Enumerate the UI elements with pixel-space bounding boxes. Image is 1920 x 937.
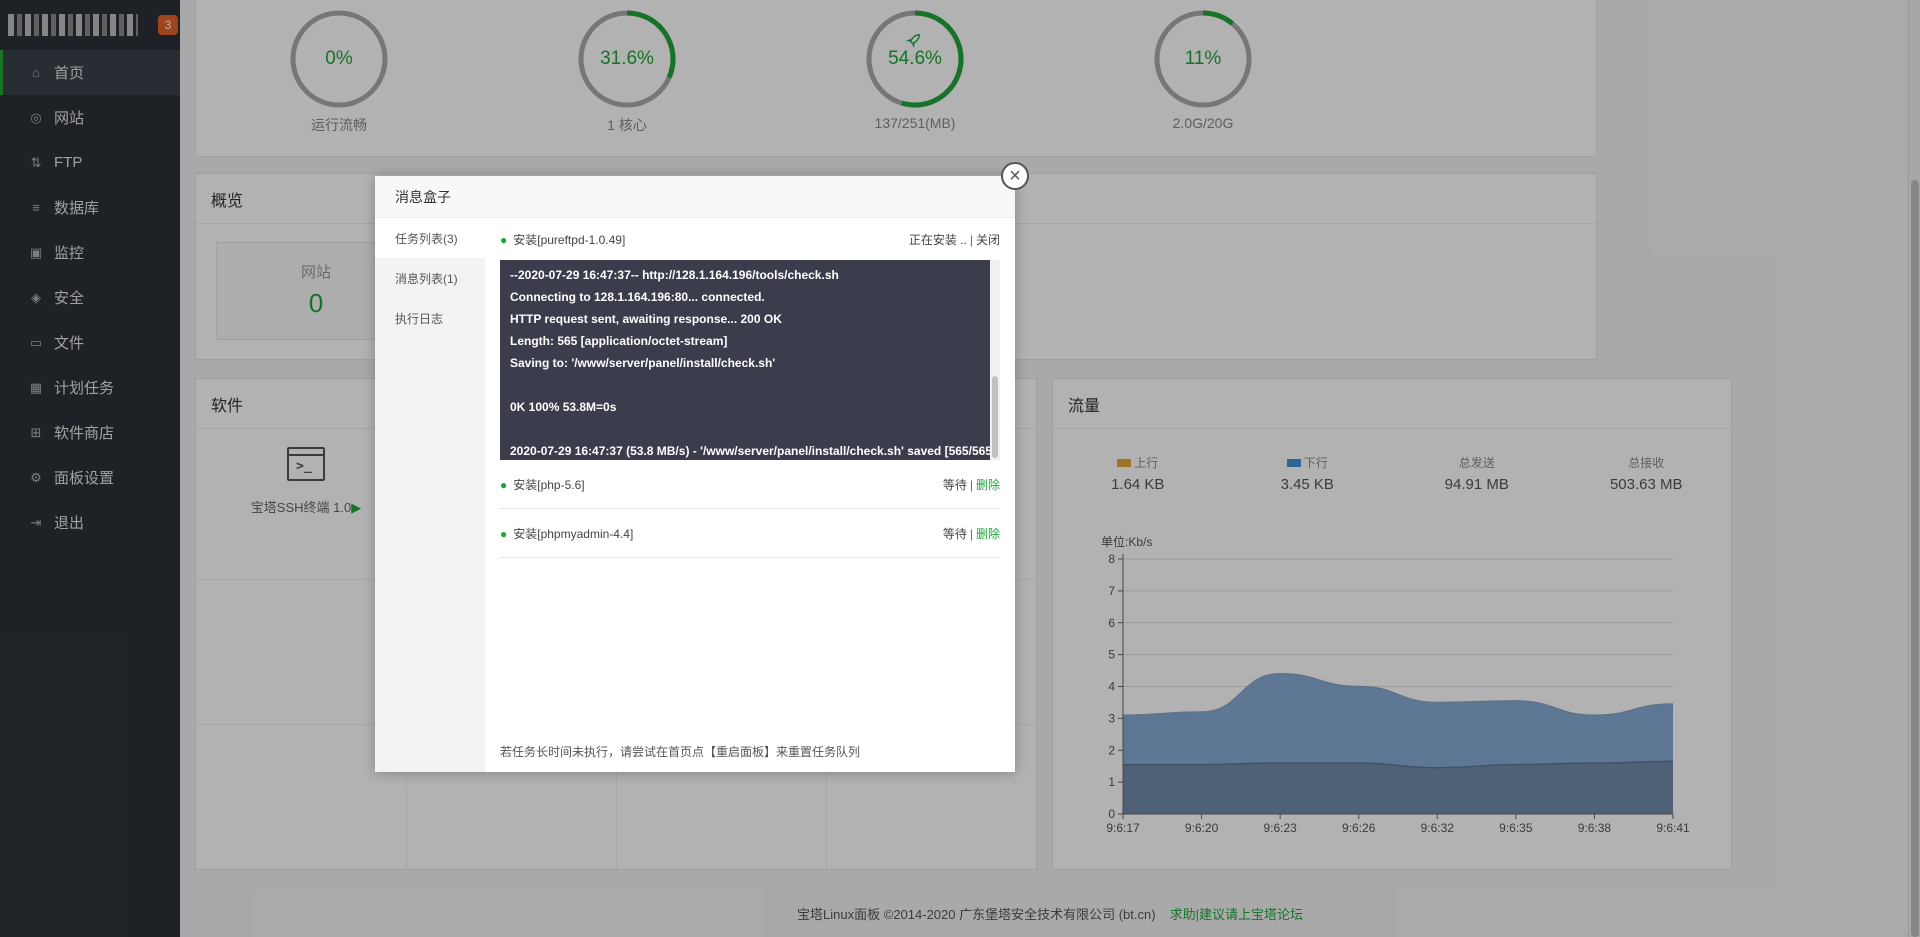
- delete-task-button[interactable]: 删除: [976, 478, 1000, 492]
- log-line: Length: 565 [application/octet-stream]: [510, 334, 728, 348]
- task-status: 等待: [942, 526, 967, 541]
- task-status: 等待: [942, 477, 967, 492]
- task-item: ● 安装[php-5.6] 等待 | 删除: [500, 460, 1000, 509]
- log-line: 2020-07-29 16:47:37 (53.8 MB/s) - '/www/…: [510, 444, 996, 458]
- log-line: Connecting to 128.1.164.196:80... connec…: [510, 290, 765, 304]
- task-separator: |: [969, 526, 973, 541]
- task-name: 安装[phpmyadmin-4.4]: [513, 526, 634, 541]
- queue-hint: 若任务长时间未执行，请尝试在首页点【重启面板】来重置任务队列: [500, 745, 861, 759]
- close-task-button[interactable]: 关闭: [976, 233, 1000, 247]
- task-name: 安装[pureftpd-1.0.49]: [513, 232, 626, 247]
- terminal-scrollbar-thumb[interactable]: [992, 376, 998, 458]
- task-name: 安装[php-5.6]: [513, 477, 585, 492]
- log-line: [510, 374, 990, 396]
- log-line: Saving to: '/www/server/panel/install/ch…: [510, 356, 776, 370]
- log-line: HTTP request sent, awaiting response... …: [510, 312, 782, 326]
- status-dot-icon: ●: [500, 526, 508, 541]
- task-list-panel: ● 安装[pureftpd-1.0.49] 正在安装 .. | 关闭 --2020-0…: [485, 218, 1015, 772]
- task-separator: |: [969, 477, 973, 492]
- delete-task-button[interactable]: 删除: [976, 527, 1000, 541]
- log-line: --2020-07-29 16:47:37-- http://128.1.164…: [510, 268, 839, 282]
- dialog-title: 消息盒子: [375, 176, 1015, 218]
- task-separator: |: [969, 232, 973, 247]
- status-dot-icon: ●: [500, 232, 508, 247]
- task-status: 正在安装 ..: [908, 232, 967, 247]
- task-item: ● 安装[phpmyadmin-4.4] 等待 | 删除: [500, 509, 1000, 558]
- close-icon[interactable]: ×: [1001, 162, 1029, 190]
- tab-task-list[interactable]: 任务列表(3): [375, 218, 485, 258]
- tab-execution-log[interactable]: 执行日志: [375, 298, 485, 338]
- status-dot-icon: ●: [500, 477, 508, 492]
- message-box-dialog: 消息盒子 × 任务列表(3) 消息列表(1) 执行日志 ● 安装[pureftpd…: [375, 162, 1029, 772]
- task-item: ● 安装[pureftpd-1.0.49] 正在安装 .. | 关闭: [500, 218, 1000, 260]
- dialog-tabs: 任务列表(3) 消息列表(1) 执行日志: [375, 218, 485, 772]
- install-log-terminal[interactable]: --2020-07-29 16:47:37-- http://128.1.164…: [500, 260, 1000, 460]
- terminal-scrollbar[interactable]: [990, 260, 1000, 460]
- log-line: 0K 100% 53.8M=0s: [510, 400, 617, 414]
- tab-message-list[interactable]: 消息列表(1): [375, 258, 485, 298]
- log-line: [510, 418, 990, 440]
